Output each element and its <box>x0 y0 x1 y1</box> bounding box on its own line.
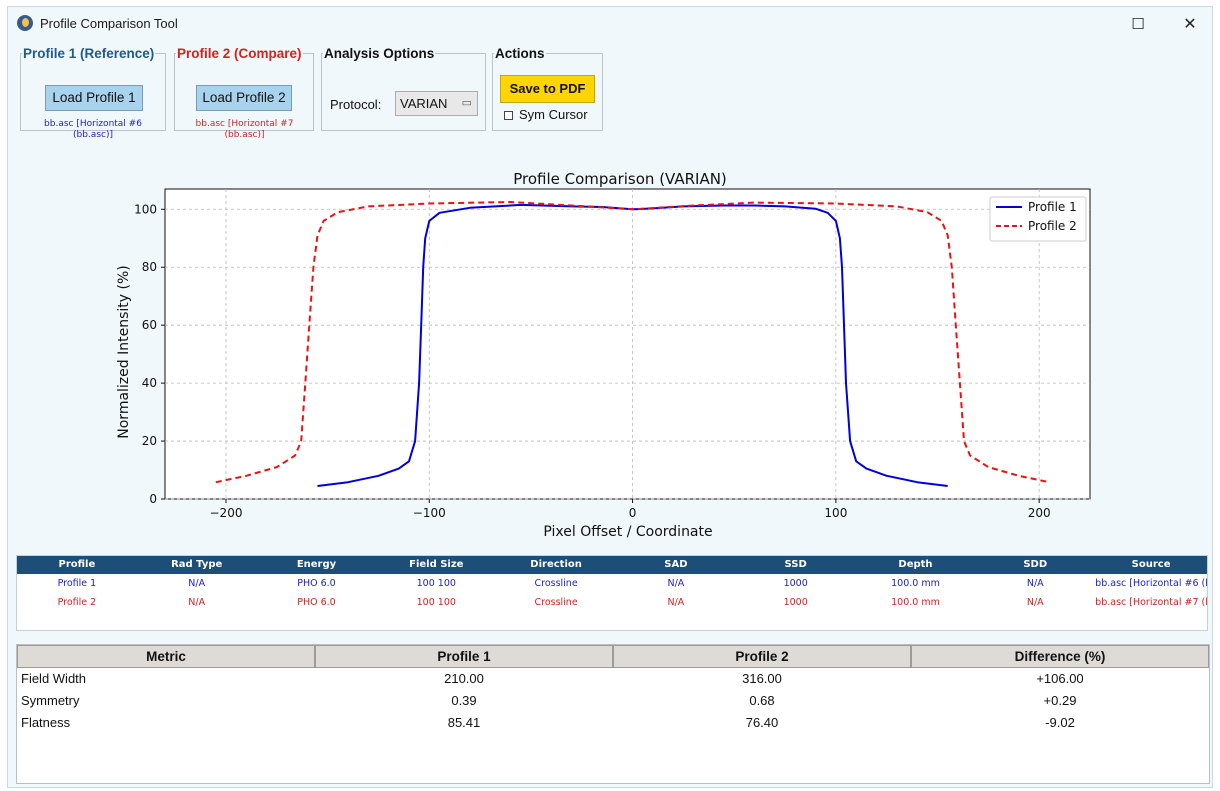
info-col-header: SSD <box>784 559 807 570</box>
info-col-header: Profile <box>58 559 96 570</box>
info-cell: PHO 6.0 <box>297 578 336 589</box>
info-cell: 1000 <box>783 597 808 608</box>
info-col-header: Source <box>1131 559 1171 570</box>
info-cell: Profile 1 <box>57 578 97 589</box>
info-table-row: Profile 1 N/A PHO 6.0 100 100 Crossline N/A 10… <box>17 574 1207 593</box>
y-tick-label: 60 <box>142 318 157 332</box>
y-tick-label: 0 <box>149 492 157 506</box>
profile-info-table: Profile Rad Type Energy Field Size Direction… <box>16 555 1208 631</box>
info-col-header: SAD <box>664 559 688 570</box>
info-col-header: Rad Type <box>171 559 223 570</box>
info-cell: 100.0 mm <box>891 578 940 589</box>
info-cell: N/A <box>1026 597 1044 608</box>
info-table-header: Profile Rad Type Energy Field Size Direction… <box>17 556 1207 574</box>
metric-col-header[interactable]: Profile 1 <box>315 645 613 668</box>
metric-col-header[interactable]: Profile 2 <box>613 645 911 668</box>
metric-value-cell: -9.02 <box>1045 715 1075 730</box>
info-cell: Crossline <box>534 597 578 608</box>
chart-title: Profile Comparison (VARIAN) <box>513 170 727 188</box>
legend-profile1-label: Profile 1 <box>1028 200 1077 214</box>
x-tick-label: 100 <box>824 506 847 520</box>
x-axis-label: Pixel Offset / Coordinate <box>543 524 712 540</box>
info-table-row: Profile 2 N/A PHO 6.0 100 100 Crossline N/A 10… <box>17 593 1207 612</box>
metric-row[interactable]: Symmetry 0.39 0.68 +0.29 <box>17 690 1209 712</box>
info-col-header: SDD <box>1023 559 1048 570</box>
metric-name-cell: Flatness <box>21 715 71 730</box>
metric-value-cell: 85.41 <box>447 715 481 730</box>
metric-value-cell: +0.29 <box>1043 693 1077 708</box>
info-cell: N/A <box>188 578 206 589</box>
y-tick-label: 80 <box>142 260 157 274</box>
metrics-table: Metric Profile 1 Profile 2 Difference (%) F… <box>16 644 1210 784</box>
metric-row[interactable]: Field Width 210.00 316.00 +106.00 <box>17 668 1209 690</box>
info-cell: N/A <box>667 578 685 589</box>
metric-value-cell: 210.00 <box>444 671 484 686</box>
legend-profile2-label: Profile 2 <box>1028 219 1077 233</box>
metric-value-cell: +106.00 <box>1036 671 1084 686</box>
info-cell: PHO 6.0 <box>297 597 336 608</box>
info-col-header: Field Size <box>409 559 464 570</box>
x-tick-label: −100 <box>413 506 446 520</box>
metric-col-header[interactable]: Difference (%) <box>911 645 1209 668</box>
metric-row[interactable]: Flatness 85.41 76.40 -9.02 <box>17 712 1209 734</box>
info-col-header: Energy <box>296 559 337 570</box>
metric-value-cell: 76.40 <box>745 715 779 730</box>
info-cell: Profile 2 <box>57 597 97 608</box>
plot-area <box>164 188 1091 500</box>
info-cell: Crossline <box>534 578 578 589</box>
profile-comparison-window: Profile Comparison Tool ☐ ✕ Profile 1 (R… <box>7 6 1213 788</box>
metrics-table-header: Metric Profile 1 Profile 2 Difference (%) <box>17 645 1209 668</box>
x-tick-label: 200 <box>1028 506 1051 520</box>
profile-comparison-chart: Profile Comparison (VARIAN) −200 −100 0 100… <box>116 170 1091 540</box>
y-tick-label: 100 <box>134 202 157 216</box>
info-cell: 100 100 <box>416 597 456 608</box>
info-cell: N/A <box>667 597 685 608</box>
y-tick-label: 20 <box>142 434 157 448</box>
y-axis-label: Normalized Intensity (%) <box>116 265 132 438</box>
info-col-header: Depth <box>898 559 933 570</box>
metric-name-cell: Field Width <box>21 671 87 686</box>
metric-name-cell: Symmetry <box>21 693 80 708</box>
info-cell: 100.0 mm <box>891 597 940 608</box>
info-cell: N/A <box>188 597 206 608</box>
metric-value-cell: 316.00 <box>742 671 782 686</box>
chart-legend: Profile 1 Profile 2 <box>989 196 1087 242</box>
info-cell: bb.asc [Horizontal #6 (b <box>1095 578 1207 589</box>
info-cell: 100 100 <box>416 578 456 589</box>
info-col-header: Direction <box>530 559 582 570</box>
metric-value-cell: 0.39 <box>451 693 477 708</box>
info-cell: N/A <box>1026 578 1044 589</box>
metric-value-cell: 0.68 <box>749 693 775 708</box>
metric-col-header[interactable]: Metric <box>17 645 315 668</box>
x-tick-label: 0 <box>629 506 637 520</box>
x-tick-label: −200 <box>210 506 243 520</box>
y-tick-label: 40 <box>142 376 157 390</box>
info-cell: 1000 <box>783 578 808 589</box>
info-cell: bb.asc [Horizontal #7 (b <box>1095 597 1207 608</box>
